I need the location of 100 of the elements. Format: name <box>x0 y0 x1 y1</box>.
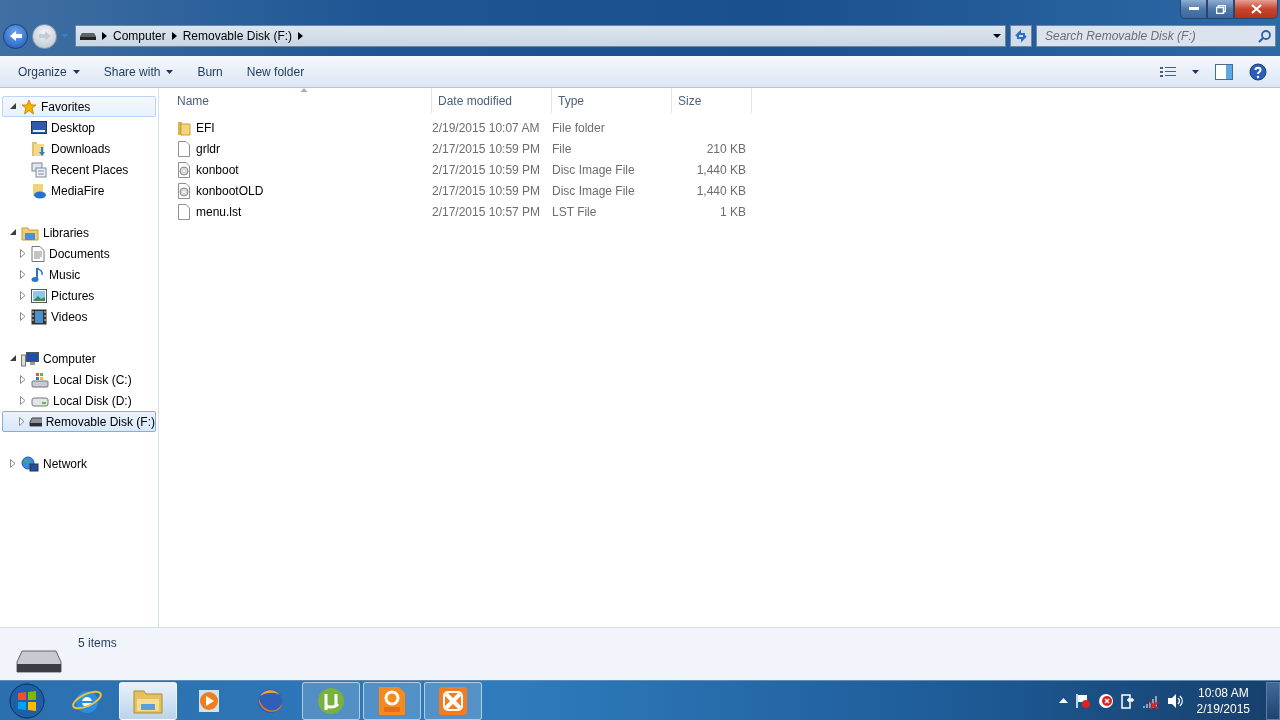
pdf-file-icon <box>377 684 407 717</box>
chevron-icon[interactable] <box>298 32 304 40</box>
restore-button[interactable] <box>1207 0 1234 19</box>
toolbar-button[interactable]: New folder <box>238 60 313 83</box>
list-view-icon <box>1160 65 1176 78</box>
document-icon <box>31 245 45 262</box>
expand-arrow-icon[interactable] <box>20 375 26 384</box>
sort-arrow-icon <box>300 88 308 92</box>
toolbar-button[interactable]: Share with <box>95 60 182 83</box>
file-name[interactable]: menu.lst <box>177 203 242 220</box>
chevron-icon[interactable] <box>171 32 177 40</box>
expand-arrow-icon[interactable] <box>20 270 26 279</box>
toolbar-button[interactable]: Burn <box>189 60 231 83</box>
folder-cloud-icon <box>31 182 47 199</box>
nav-tree-item[interactable]: Libraries <box>2 222 156 243</box>
speaker-icon <box>1166 692 1185 709</box>
nav-tree-item[interactable]: Recent Places <box>2 159 156 180</box>
collapse-arrow-icon[interactable] <box>9 103 17 110</box>
flag-warning-icon <box>1074 692 1091 709</box>
refresh-button[interactable] <box>1010 25 1032 47</box>
minimize-button[interactable] <box>1180 0 1207 19</box>
table-cell: 2/17/2015 10:57 PM <box>432 204 541 219</box>
nav-tree-item[interactable]: Music <box>2 264 156 285</box>
table-cell: File <box>552 141 572 156</box>
expand-arrow-icon[interactable] <box>10 459 16 468</box>
left-arrow-icon <box>8 30 23 42</box>
nav-tree-item[interactable]: Network <box>2 453 156 474</box>
expand-arrow-icon[interactable] <box>20 312 26 321</box>
show-hidden-icons-button[interactable] <box>1058 698 1068 703</box>
search-icon <box>1258 29 1271 43</box>
nav-tree-item[interactable]: Local Disk (D:) <box>2 390 156 411</box>
expand-arrow-icon[interactable] <box>19 417 25 426</box>
cross-circle-icon <box>1097 692 1114 709</box>
search-field[interactable]: Search Removable Disk (F:) <box>1036 25 1276 47</box>
minimize-icon <box>1188 7 1199 11</box>
tray-button[interactable] <box>1097 692 1114 709</box>
caret-icon <box>61 34 68 38</box>
mu-letter-icon <box>316 685 346 716</box>
nav-tree-item[interactable]: Computer <box>2 348 156 369</box>
taskbar-button[interactable] <box>363 681 421 720</box>
table-cell: LST File <box>552 204 597 219</box>
collapse-arrow-icon[interactable] <box>9 355 17 362</box>
restore-icon <box>1215 4 1226 14</box>
file-name[interactable]: grldr <box>177 140 220 157</box>
music-note-icon <box>31 266 45 283</box>
nav-tree-item[interactable]: Local Disk (C:) <box>2 369 156 390</box>
expand-arrow-icon[interactable] <box>20 291 26 300</box>
toolbar-button[interactable]: Organize <box>10 60 88 83</box>
file-name[interactable]: konboot <box>177 161 239 178</box>
breadcrumb[interactable]: Removable Disk (F:) <box>182 29 293 43</box>
clock-time[interactable]: 10:08 AM <box>1197 684 1249 701</box>
caret-icon <box>1192 69 1199 74</box>
nav-tree-item[interactable]: Desktop <box>2 117 156 138</box>
clock-date[interactable]: 2/19/2015 <box>1196 700 1250 717</box>
table-cell: Disc Image File <box>552 162 635 177</box>
nav-tree-item[interactable]: MediaFire <box>2 180 156 201</box>
star-icon <box>21 98 37 115</box>
file-name[interactable]: konbootOLD <box>177 182 264 199</box>
nav-tree-item[interactable]: Favorites <box>2 96 156 117</box>
help-icon <box>1249 62 1267 81</box>
recent-places-icon <box>31 161 47 178</box>
tray-button[interactable] <box>1074 692 1091 709</box>
chevron-icon[interactable] <box>102 32 107 40</box>
caret-icon <box>166 69 174 74</box>
close-button[interactable] <box>1234 0 1278 19</box>
address-bar[interactable]: Computer Removable Disk (F:) <box>75 25 1006 47</box>
drive-with-flag-icon <box>31 371 49 388</box>
library-icon <box>21 224 39 241</box>
nav-tree-item[interactable]: Removable Disk (F:) <box>2 411 156 432</box>
column-header[interactable]: Name <box>177 88 432 113</box>
refresh-arrows-icon <box>1014 29 1028 43</box>
nav-tree-item[interactable]: Pictures <box>2 285 156 306</box>
taskbar-button[interactable] <box>424 681 482 720</box>
table-cell: 2/17/2015 10:59 PM <box>432 162 541 177</box>
taskbar-button[interactable] <box>302 681 360 720</box>
drive-icon <box>29 416 42 427</box>
table-cell: 2/17/2015 10:59 PM <box>432 183 541 198</box>
drive-icon <box>80 32 96 40</box>
monitor-icon <box>31 120 47 135</box>
show-desktop-button[interactable] <box>1266 681 1280 720</box>
x-logo-icon <box>438 685 468 716</box>
breadcrumb[interactable]: Computer <box>113 29 166 43</box>
back-button[interactable] <box>3 23 28 49</box>
close-icon <box>1250 4 1262 14</box>
collapse-arrow-icon[interactable] <box>9 229 17 236</box>
folder-icon <box>177 119 191 136</box>
taskbar-button[interactable] <box>119 681 177 720</box>
nav-tree-item[interactable]: Videos <box>2 306 156 327</box>
table-cell: 1,440 KB <box>696 162 746 177</box>
nav-tree-item[interactable]: Downloads <box>2 138 156 159</box>
expand-arrow-icon[interactable] <box>20 396 26 405</box>
item-count: 5 items <box>78 636 117 650</box>
windows-orb-icon <box>9 682 45 719</box>
blank-file-icon <box>177 140 191 157</box>
nav-tree-item[interactable]: Documents <box>2 243 156 264</box>
expand-arrow-icon[interactable] <box>20 249 26 258</box>
table-cell: 210 KB <box>706 141 746 156</box>
table-cell: File folder <box>552 120 605 135</box>
tray-button[interactable] <box>1166 692 1185 709</box>
file-name[interactable]: EFI <box>177 119 215 136</box>
